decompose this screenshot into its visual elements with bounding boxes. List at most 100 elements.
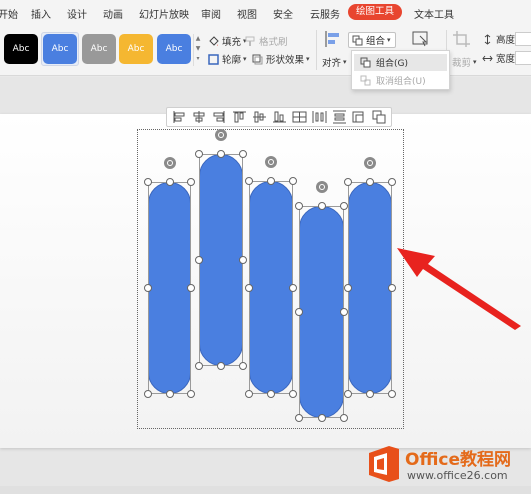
height-input[interactable]: [515, 32, 531, 46]
rotate-handle-icon[interactable]: [315, 181, 328, 193]
tab-text-tools[interactable]: 文本工具: [414, 6, 454, 21]
style-preset-blue[interactable]: Abc: [43, 34, 77, 64]
menu-item-group-label: 组合(G): [376, 59, 408, 69]
tab-cloud-service[interactable]: 云服务: [310, 6, 340, 21]
resize-handle[interactable]: [144, 284, 152, 292]
resize-handle[interactable]: [187, 178, 195, 186]
outline-button[interactable]: 轮廓 ▾: [208, 52, 247, 66]
watermark-title: Office教程网: [405, 450, 512, 470]
resize-handle[interactable]: [344, 178, 352, 186]
resize-handle[interactable]: [289, 390, 297, 398]
menu-item-group[interactable]: 组合(G): [354, 54, 447, 71]
resize-handle[interactable]: [344, 390, 352, 398]
distribute-icon[interactable]: [291, 110, 308, 124]
resize-handle[interactable]: [165, 390, 174, 398]
rotate-handle-icon[interactable]: [364, 157, 376, 169]
crop-icon: [453, 31, 470, 47]
tab-home[interactable]: 开始: [0, 6, 18, 21]
style-preset-black[interactable]: Abc: [4, 34, 38, 64]
distribute-vertical-icon[interactable]: [331, 110, 348, 124]
resize-handle[interactable]: [344, 284, 352, 292]
resize-handle[interactable]: [245, 177, 253, 185]
resize-handle[interactable]: [289, 283, 297, 292]
rotate-handle-icon[interactable]: [265, 156, 277, 168]
style-preset-orange[interactable]: Abc: [119, 34, 153, 64]
resize-handle[interactable]: [295, 308, 303, 316]
resize-handle[interactable]: [289, 177, 297, 185]
align-left-icon[interactable]: [171, 110, 188, 124]
resize-handle[interactable]: [195, 362, 203, 370]
align-top-icon[interactable]: [231, 110, 248, 124]
menu-item-ungroup[interactable]: 取消组合(U): [354, 72, 447, 89]
fit-to-slide-icon[interactable]: [351, 110, 368, 124]
resize-handle[interactable]: [245, 390, 253, 398]
resize-handle[interactable]: [165, 178, 174, 186]
menu-tab-bar: 开始 插入 设计 动画 幻灯片放映 审阅 视图 安全 云服务 绘图工具 文本工具: [0, 0, 531, 24]
resize-handle[interactable]: [195, 256, 203, 264]
resize-handle[interactable]: [239, 150, 247, 158]
height-control: 高度:: [482, 32, 518, 46]
tab-view[interactable]: 视图: [237, 6, 257, 21]
resize-handle[interactable]: [340, 202, 348, 210]
resize-handle[interactable]: [195, 150, 203, 158]
tab-design[interactable]: 设计: [67, 6, 87, 21]
resize-handle[interactable]: [295, 202, 303, 210]
group-toggle-icon[interactable]: [371, 110, 388, 124]
tab-drawing-tools[interactable]: 绘图工具: [348, 4, 403, 20]
align-bottom-icon[interactable]: [271, 110, 288, 124]
shape-selection-frame: [299, 206, 344, 418]
shape-effects-label: 形状效果: [266, 55, 305, 66]
resize-handle[interactable]: [144, 390, 152, 398]
resize-handle[interactable]: [239, 256, 247, 264]
tab-insert[interactable]: 插入: [31, 6, 51, 21]
ribbon: Abc Abc Abc Abc Abc ▲ ▼ ▾ 填充 ▾ 格式刷 轮廓 ▾ 形状效果…: [0, 24, 531, 76]
style-preset-blue-2[interactable]: Abc: [157, 34, 191, 64]
align-right-icon[interactable]: [211, 110, 228, 124]
resize-handle[interactable]: [217, 150, 225, 158]
outline-label: 轮廓: [222, 55, 242, 66]
fill-label: 填充: [222, 37, 242, 48]
group-button[interactable]: 组合 ▾: [348, 32, 396, 48]
shape-effects-button[interactable]: 形状效果 ▾: [252, 52, 310, 66]
width-input[interactable]: [515, 51, 531, 65]
resize-handle[interactable]: [239, 362, 247, 370]
style-gallery-scroll[interactable]: ▲ ▼ ▾: [193, 34, 202, 66]
resize-handle[interactable]: [245, 283, 253, 292]
tab-slideshow[interactable]: 幻灯片放映: [139, 6, 189, 21]
align-center-icon[interactable]: [191, 110, 208, 124]
resize-handle[interactable]: [217, 362, 225, 370]
rotate-handle-icon[interactable]: [163, 157, 176, 169]
align-label: 对齐: [322, 58, 342, 69]
resize-handle[interactable]: [295, 414, 303, 422]
resize-handle[interactable]: [388, 178, 396, 186]
resize-handle[interactable]: [144, 178, 152, 186]
shape-effects-icon: [252, 54, 263, 64]
resize-handle[interactable]: [317, 414, 326, 422]
align-button[interactable]: 对齐 ▾: [322, 55, 347, 69]
resize-handle[interactable]: [366, 390, 374, 398]
fill-button[interactable]: 填充 ▾: [208, 34, 247, 48]
resize-handle[interactable]: [388, 390, 396, 398]
crop-label: 裁剪: [452, 58, 472, 69]
resize-handle[interactable]: [187, 390, 195, 398]
style-preset-gray[interactable]: Abc: [82, 34, 116, 64]
resize-handle[interactable]: [366, 178, 374, 186]
crop-button[interactable]: 裁剪 ▾: [452, 55, 477, 69]
width-icon: [482, 55, 493, 61]
format-brush-button[interactable]: 格式刷: [245, 34, 288, 48]
resize-handle[interactable]: [267, 177, 275, 185]
selection-pane-icon[interactable]: [411, 30, 431, 48]
resize-handle[interactable]: [267, 390, 275, 398]
tab-review[interactable]: 审阅: [201, 6, 221, 21]
menu-item-ungroup-label: 取消组合(U): [376, 77, 426, 87]
resize-handle[interactable]: [187, 284, 195, 292]
align-middle-icon[interactable]: [251, 110, 268, 124]
rotate-handle-icon[interactable]: [215, 129, 227, 141]
tab-security[interactable]: 安全: [273, 6, 293, 21]
tab-animation[interactable]: 动画: [103, 6, 123, 21]
format-brush-icon: [245, 36, 255, 46]
resize-handle[interactable]: [340, 308, 348, 316]
distribute-horizontal-icon[interactable]: [311, 110, 328, 124]
resize-handle[interactable]: [317, 202, 326, 210]
resize-handle[interactable]: [340, 414, 348, 422]
